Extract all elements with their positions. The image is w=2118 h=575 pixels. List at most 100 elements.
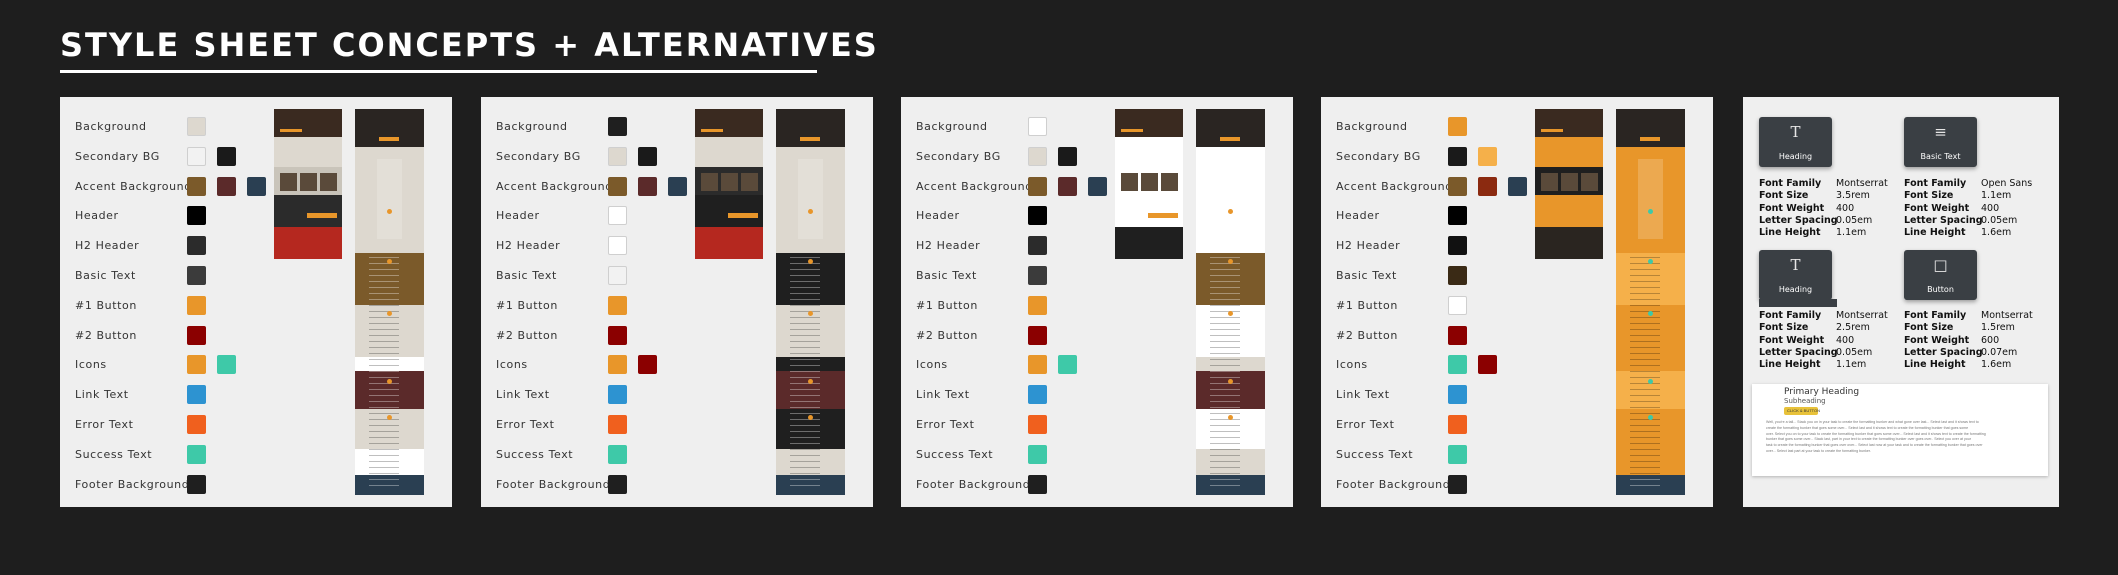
color-swatch: [608, 325, 627, 345]
mockup-section: [776, 109, 845, 147]
mockup-text-line: [1210, 449, 1240, 450]
color-swatch: [1028, 385, 1047, 405]
mockup-text-line: [369, 389, 399, 390]
color-swatch: [187, 444, 206, 464]
mockup-section: [355, 109, 424, 147]
color-swatch: [608, 266, 627, 285]
mockup-photo: [741, 173, 758, 191]
mockup-photo: [1561, 173, 1578, 191]
mockup-text-line: [790, 479, 820, 480]
mockup-text-line: [790, 311, 820, 312]
mockup-text-line: [1630, 257, 1660, 258]
type-spec-table: Font Family Montserrat Font Size 2.5rem Font…: [1759, 310, 1899, 374]
mockup-text-line: [790, 317, 820, 318]
mockup-photo: [1141, 173, 1158, 191]
mockup-text-line: [369, 407, 399, 408]
spec-value: 1.6em: [1981, 227, 2012, 239]
mockup-text-line: [1630, 359, 1660, 360]
spec-key: Font Weight: [1904, 202, 1970, 214]
spec-key: Letter Spacing: [1904, 346, 1983, 358]
style-concept-card: Background Secondary BG Accent Background H…: [1321, 97, 1713, 507]
mockup-text-line: [369, 359, 399, 360]
color-swatch: [247, 176, 266, 196]
mockup-text-line: [1210, 269, 1240, 270]
spec-key: Font Family: [1904, 178, 1967, 189]
color-swatch: [1448, 236, 1467, 256]
page-title: STYLE SHEET CONCEPTS + ALTERNATIVES: [60, 26, 879, 64]
mockup-text-line: [790, 341, 820, 342]
style-concept-card: Background Secondary BG Accent Background H…: [60, 97, 452, 507]
color-swatch: [1028, 474, 1047, 494]
swatch-label: Link Text: [496, 388, 550, 402]
spec-value: Montserrat: [1836, 310, 1888, 321]
swatch-label: Background: [496, 120, 568, 133]
mockup-section: [1616, 109, 1685, 147]
mockup-section: [695, 109, 763, 137]
full-page-mockup: [776, 109, 845, 495]
mockup-text-line: [1210, 365, 1240, 366]
swatch-label: #2 Button: [916, 328, 978, 342]
mockup-section: [1535, 137, 1603, 167]
mockup-photo: [1121, 173, 1138, 191]
swatch-label: Icons: [1336, 358, 1368, 372]
mockup-icon: [808, 209, 813, 214]
mockup-text-line: [369, 479, 399, 480]
color-swatch: [187, 117, 206, 136]
type-style-tile[interactable]: ≡ Basic Text: [1904, 117, 1977, 167]
mockup-text-line: [369, 311, 399, 312]
spec-key: Font Family: [1759, 310, 1822, 321]
color-swatch: [187, 236, 206, 256]
mockup-text-line: [790, 371, 820, 372]
spec-value: 2.5rem: [1836, 322, 1870, 334]
mockup-icon: [1648, 311, 1653, 316]
mockup-text-line: [1630, 449, 1660, 450]
mockup-text-line: [369, 275, 399, 276]
mockup-text-line: [790, 335, 820, 336]
swatch-label: Link Text: [916, 388, 970, 402]
swatch-label: Error Text: [916, 418, 975, 431]
swatch-label: Accent Background: [916, 179, 1033, 193]
mockup-text-line: [790, 257, 820, 258]
color-swatch: [187, 355, 206, 375]
type-icon: T: [1790, 123, 1801, 141]
color-swatch: [1448, 176, 1467, 196]
mockup-icon: [1648, 259, 1653, 264]
color-swatch: [1028, 295, 1047, 315]
mockup-icon: [387, 379, 392, 384]
mockup-text-line: [1210, 383, 1240, 384]
color-swatch: [608, 444, 627, 464]
mockup-text-line: [1630, 485, 1660, 486]
mockup-text-line: [1630, 437, 1660, 438]
mockup-text-line: [1210, 419, 1240, 420]
mockup-text-line: [1630, 287, 1660, 288]
mockup-text-line: [1210, 455, 1240, 456]
type-style-tile[interactable]: T Heading: [1759, 117, 1832, 167]
mockup-text-line: [1210, 305, 1240, 306]
mockup-section: [1535, 195, 1603, 227]
preview-button[interactable]: CLICK & BUTTON: [1784, 407, 1820, 415]
mockup-text-line: [1210, 287, 1240, 288]
mockup-text-line: [1210, 467, 1240, 468]
spec-key: Font Weight: [1904, 334, 1970, 346]
spec-value: Montserrat: [1836, 178, 1888, 189]
swatch-label: #2 Button: [1336, 328, 1398, 342]
mockup-text-line: [790, 353, 820, 354]
color-swatch: [1028, 206, 1047, 226]
type-style-tile[interactable]: □ Button: [1904, 250, 1977, 300]
color-swatch: [1028, 146, 1047, 166]
mockup-text-line: [369, 371, 399, 372]
mockup-text-line: [790, 413, 820, 414]
spec-key: Font Size: [1759, 322, 1809, 334]
mockup-text-line: [1210, 479, 1240, 480]
mockup-text-line: [369, 287, 399, 288]
mockup-section: [1616, 449, 1685, 475]
heading-size-tooltip: [1759, 299, 1837, 307]
mockup-section: [1115, 227, 1183, 259]
swatch-label: Error Text: [1336, 418, 1395, 431]
mockup-icon: [1228, 259, 1233, 264]
type-style-tile[interactable]: T Heading: [1759, 250, 1832, 300]
mockup-text-line: [790, 431, 820, 432]
color-swatch: [1448, 146, 1467, 166]
mockup-text-line: [790, 449, 820, 450]
color-swatch: [608, 206, 627, 226]
